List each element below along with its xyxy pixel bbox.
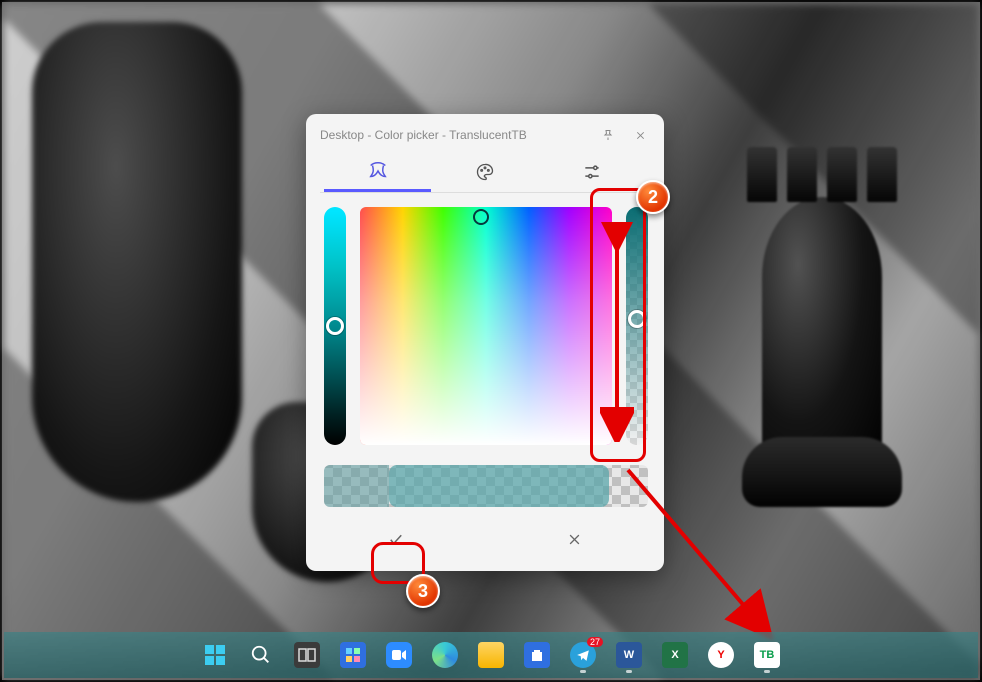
- badge-count: 27: [587, 637, 603, 647]
- saturation-value-box[interactable]: [360, 207, 612, 445]
- store-icon: [524, 642, 550, 668]
- yandex-icon: Y: [708, 642, 734, 668]
- taskbar-store[interactable]: [517, 635, 557, 675]
- sliders-icon: [582, 162, 602, 182]
- taskbar-translucenttb[interactable]: TB: [747, 635, 787, 675]
- picker-area: [306, 193, 664, 457]
- window-title: Desktop - Color picker - TranslucentTB: [320, 128, 527, 142]
- chess-rook: [737, 137, 907, 507]
- pin-icon[interactable]: [594, 124, 622, 146]
- taskbar-excel[interactable]: X: [655, 635, 695, 675]
- word-icon: W: [616, 642, 642, 668]
- tab-picker[interactable]: [324, 152, 431, 192]
- excel-icon: X: [662, 642, 688, 668]
- sv-cursor[interactable]: [473, 209, 489, 225]
- alpha-slider-thumb[interactable]: [628, 310, 646, 328]
- taskbar-zoom[interactable]: [379, 635, 419, 675]
- dialog-actions: [306, 519, 664, 559]
- annotation-badge-3: 3: [406, 574, 440, 608]
- taskbar-yandex[interactable]: Y: [701, 635, 741, 675]
- translucenttb-icon: TB: [754, 642, 780, 668]
- tab-strip: [306, 152, 664, 192]
- edge-icon: [432, 642, 458, 668]
- old-color-swatch: [324, 465, 389, 507]
- taskbar: 27 W X Y TB: [4, 632, 978, 678]
- annotation-badge-2: 2: [636, 180, 670, 214]
- taskbar-start[interactable]: [195, 635, 235, 675]
- palette-icon: [475, 162, 495, 182]
- hue-slider-thumb[interactable]: [326, 317, 344, 335]
- chess-piece-blur: [32, 22, 242, 502]
- tab-settings[interactable]: [539, 152, 646, 192]
- x-icon: [567, 532, 582, 547]
- folder-icon: [478, 642, 504, 668]
- tab-palette[interactable]: [431, 152, 538, 192]
- windows-icon: [203, 643, 227, 667]
- hue-slider[interactable]: [324, 207, 346, 445]
- widgets-icon: [340, 642, 366, 668]
- color-preview: [324, 465, 648, 507]
- brush-icon: [367, 160, 389, 182]
- close-icon[interactable]: [626, 124, 654, 146]
- new-color-swatch: [389, 465, 609, 507]
- color-picker-dialog: Desktop - Color picker - TranslucentTB: [306, 114, 664, 571]
- task-view-icon: [294, 642, 320, 668]
- zoom-icon: [386, 642, 412, 668]
- taskbar-search[interactable]: [241, 635, 281, 675]
- taskbar-task-view[interactable]: [287, 635, 327, 675]
- ok-button[interactable]: [306, 519, 485, 559]
- taskbar-widgets[interactable]: [333, 635, 373, 675]
- search-icon: [250, 644, 272, 666]
- titlebar[interactable]: Desktop - Color picker - TranslucentTB: [306, 114, 664, 152]
- taskbar-word[interactable]: W: [609, 635, 649, 675]
- taskbar-edge[interactable]: [425, 635, 465, 675]
- taskbar-telegram[interactable]: 27: [563, 635, 603, 675]
- cancel-button[interactable]: [485, 519, 664, 559]
- check-icon: [387, 530, 405, 548]
- screen: Desktop - Color picker - TranslucentTB: [0, 0, 982, 682]
- alpha-slider[interactable]: [626, 207, 648, 445]
- taskbar-file-explorer[interactable]: [471, 635, 511, 675]
